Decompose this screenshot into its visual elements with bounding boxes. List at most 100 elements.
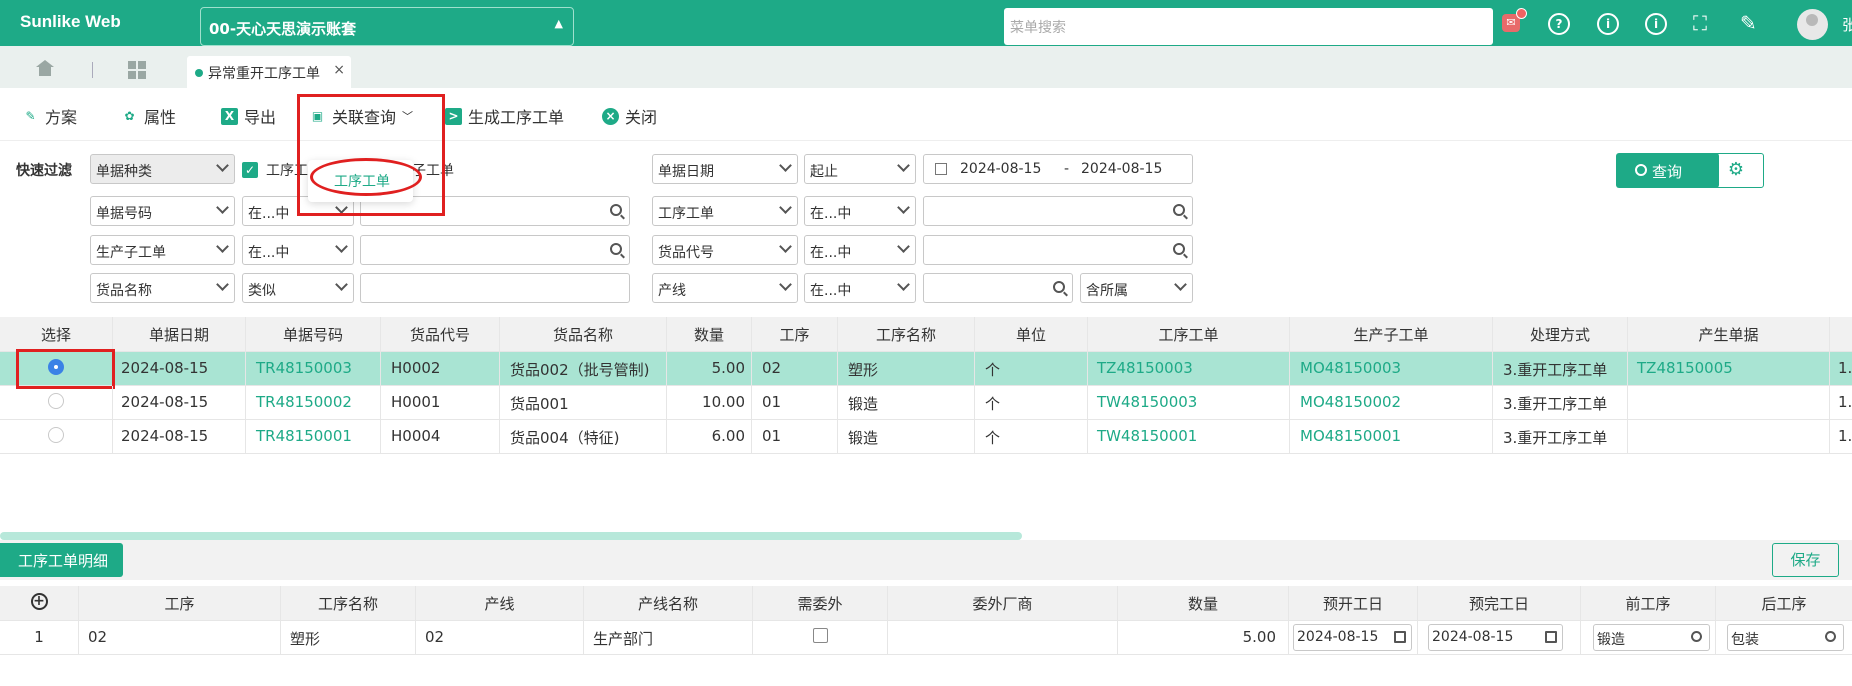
- cell-sub-wo[interactable]: MO48150001: [1290, 420, 1493, 453]
- apps-grid-icon[interactable]: [128, 61, 146, 79]
- col-header: 前工序: [1581, 586, 1716, 620]
- filter-op-item-name[interactable]: 类似: [242, 273, 354, 303]
- filter-op-sub-wo[interactable]: 在...中: [242, 235, 354, 265]
- table-row[interactable]: 2024-08-15 TR48150001 H0004 货品004（特征) 6.…: [0, 420, 1852, 454]
- row-radio[interactable]: [48, 427, 64, 443]
- divider: [92, 62, 93, 78]
- table-row[interactable]: 2024-08-15 TR48150003 H0002 货品002（批号管制) …: [0, 352, 1852, 386]
- about-icon[interactable]: i: [1645, 13, 1667, 35]
- filter-op-process-wo[interactable]: 在...中: [804, 196, 916, 226]
- attribute-button[interactable]: ✿ 属性: [121, 104, 176, 128]
- table-row[interactable]: 2024-08-15 TR48150002 H0001 货品001 10.00 …: [0, 386, 1852, 420]
- cell-proc-name: 塑形: [838, 352, 975, 385]
- chevron-down-icon: [335, 240, 348, 253]
- filter-value-item-code[interactable]: [923, 235, 1193, 265]
- gear-icon: ⚙: [1727, 159, 1745, 180]
- tab-abnormal-reopen[interactable]: 异常重开工序工单 ×: [187, 56, 351, 88]
- filter-op-item-code[interactable]: 在...中: [804, 235, 916, 265]
- fullscreen-icon[interactable]: ⛶: [1693, 13, 1707, 33]
- export-label: 导出: [244, 108, 277, 127]
- outsource-checkbox[interactable]: [812, 628, 828, 643]
- start-date-input[interactable]: 2024-08-15: [1293, 624, 1412, 651]
- cell-doc-no[interactable]: TR48150002: [246, 386, 381, 419]
- filter-op-line[interactable]: 在...中: [804, 273, 916, 303]
- filter-field-item-name[interactable]: 货品名称: [90, 273, 235, 303]
- cell-more: 1.: [1838, 359, 1852, 377]
- plan-label: 方案: [45, 108, 78, 127]
- row-radio[interactable]: [48, 393, 64, 409]
- date-from: 2024-08-15: [960, 161, 1042, 177]
- export-button[interactable]: X 导出: [221, 104, 276, 128]
- cell-gen-doc[interactable]: TZ48150005: [1628, 352, 1830, 385]
- filter-field-doc-no[interactable]: 单据号码: [90, 196, 235, 226]
- menu-search-input[interactable]: 菜单搜索: [1004, 8, 1493, 45]
- cell-doc-no[interactable]: TR48150003: [246, 352, 381, 385]
- info-icon[interactable]: i: [1597, 13, 1619, 35]
- clear-cache-icon[interactable]: ✎: [1740, 13, 1757, 33]
- detail-tab[interactable]: 工序工单明细: [0, 543, 123, 577]
- cell-date: 2024-08-15: [113, 386, 246, 419]
- cell-item-name: 货品002（批号管制): [500, 352, 667, 385]
- chevron-down-icon: [335, 278, 348, 291]
- cell-gen-doc[interactable]: [1628, 420, 1830, 453]
- cell-vendor[interactable]: [888, 621, 1118, 654]
- chevron-down-icon: [216, 278, 229, 291]
- account-name: 00-天心天思演示账套: [209, 20, 357, 38]
- caret-up-icon: ▲: [554, 17, 563, 30]
- col-header: 工序名称: [281, 586, 416, 620]
- detail-row[interactable]: 1 02 塑形 02 生产部门 5.00 2024-08-15 2024-08-…: [0, 621, 1852, 655]
- cell-sub-wo[interactable]: MO48150002: [1290, 386, 1493, 419]
- filter-field-item-code[interactable]: 货品代号: [652, 235, 798, 265]
- cell-proc: 01: [752, 420, 838, 453]
- filter-value-process-wo[interactable]: [923, 196, 1193, 226]
- cell-line: 02: [416, 621, 584, 654]
- cell-process-wo[interactable]: TW48150001: [1088, 420, 1290, 453]
- prev-process-input[interactable]: 锻造: [1593, 624, 1710, 651]
- generate-workorder-button[interactable]: > 生成工序工单: [445, 104, 564, 128]
- add-row-icon[interactable]: +: [30, 593, 48, 610]
- gear-icon: ✿: [124, 108, 135, 123]
- col-header: 数量: [667, 317, 752, 351]
- close-icon[interactable]: ×: [333, 62, 345, 78]
- settings-button[interactable]: ⚙: [1708, 153, 1764, 188]
- col-header: 工序: [752, 317, 838, 351]
- close-button[interactable]: × 关闭: [602, 104, 657, 128]
- date-range-input[interactable]: 2024-08-15 - 2024-08-15: [923, 154, 1193, 184]
- filter-op-range[interactable]: 起止: [804, 154, 916, 184]
- excel-icon: X: [221, 107, 238, 125]
- plan-button[interactable]: ✎ 方案: [22, 104, 77, 128]
- cell-process-wo[interactable]: TW48150003: [1088, 386, 1290, 419]
- cell-gen-doc[interactable]: [1628, 386, 1830, 419]
- account-selector[interactable]: 00-天心天思演示账套 ▲: [200, 7, 574, 46]
- user-name: 张: [1842, 16, 1852, 34]
- notification-icon[interactable]: ✉: [1502, 8, 1527, 32]
- avatar[interactable]: [1797, 9, 1828, 40]
- query-label: 查询: [1652, 163, 1683, 181]
- filter-value-item-name[interactable]: [360, 273, 630, 303]
- filter-field-line[interactable]: 产线: [652, 273, 798, 303]
- col-header: 单据日期: [113, 317, 246, 351]
- query-button[interactable]: 查询: [1616, 153, 1719, 188]
- col-header: 处理方式: [1493, 317, 1628, 351]
- filter-include-sub[interactable]: 含所属: [1080, 273, 1193, 303]
- help-icon[interactable]: ?: [1548, 13, 1570, 35]
- filter-field-doc-date[interactable]: 单据日期: [652, 154, 798, 184]
- cell-sub-wo[interactable]: MO48150003: [1290, 352, 1493, 385]
- attribute-label: 属性: [144, 108, 177, 127]
- horizontal-scrollbar[interactable]: [0, 532, 1022, 540]
- filter-field-sub-wo[interactable]: 生产子工单: [90, 235, 235, 265]
- filter-checkbox[interactable]: ✓: [242, 162, 258, 178]
- cell-method: 3.重开工序工单: [1493, 386, 1628, 419]
- filter-value-line[interactable]: [923, 273, 1073, 303]
- save-button[interactable]: 保存: [1772, 543, 1839, 577]
- cell-doc-no[interactable]: TR48150001: [246, 420, 381, 453]
- home-icon[interactable]: [36, 60, 54, 76]
- filter-field-process-wo[interactable]: 工序工单: [652, 196, 798, 226]
- filter-field-doc-type[interactable]: 单据种类: [90, 154, 235, 184]
- cell-qty: 5.00: [1118, 621, 1289, 654]
- filter-value-sub-wo[interactable]: [360, 235, 630, 265]
- end-date-input[interactable]: 2024-08-15: [1428, 624, 1563, 651]
- cell-process-wo[interactable]: TZ48150003: [1088, 352, 1290, 385]
- next-process-input[interactable]: 包装: [1727, 624, 1844, 651]
- cell-proc-name: 锻造: [838, 386, 975, 419]
